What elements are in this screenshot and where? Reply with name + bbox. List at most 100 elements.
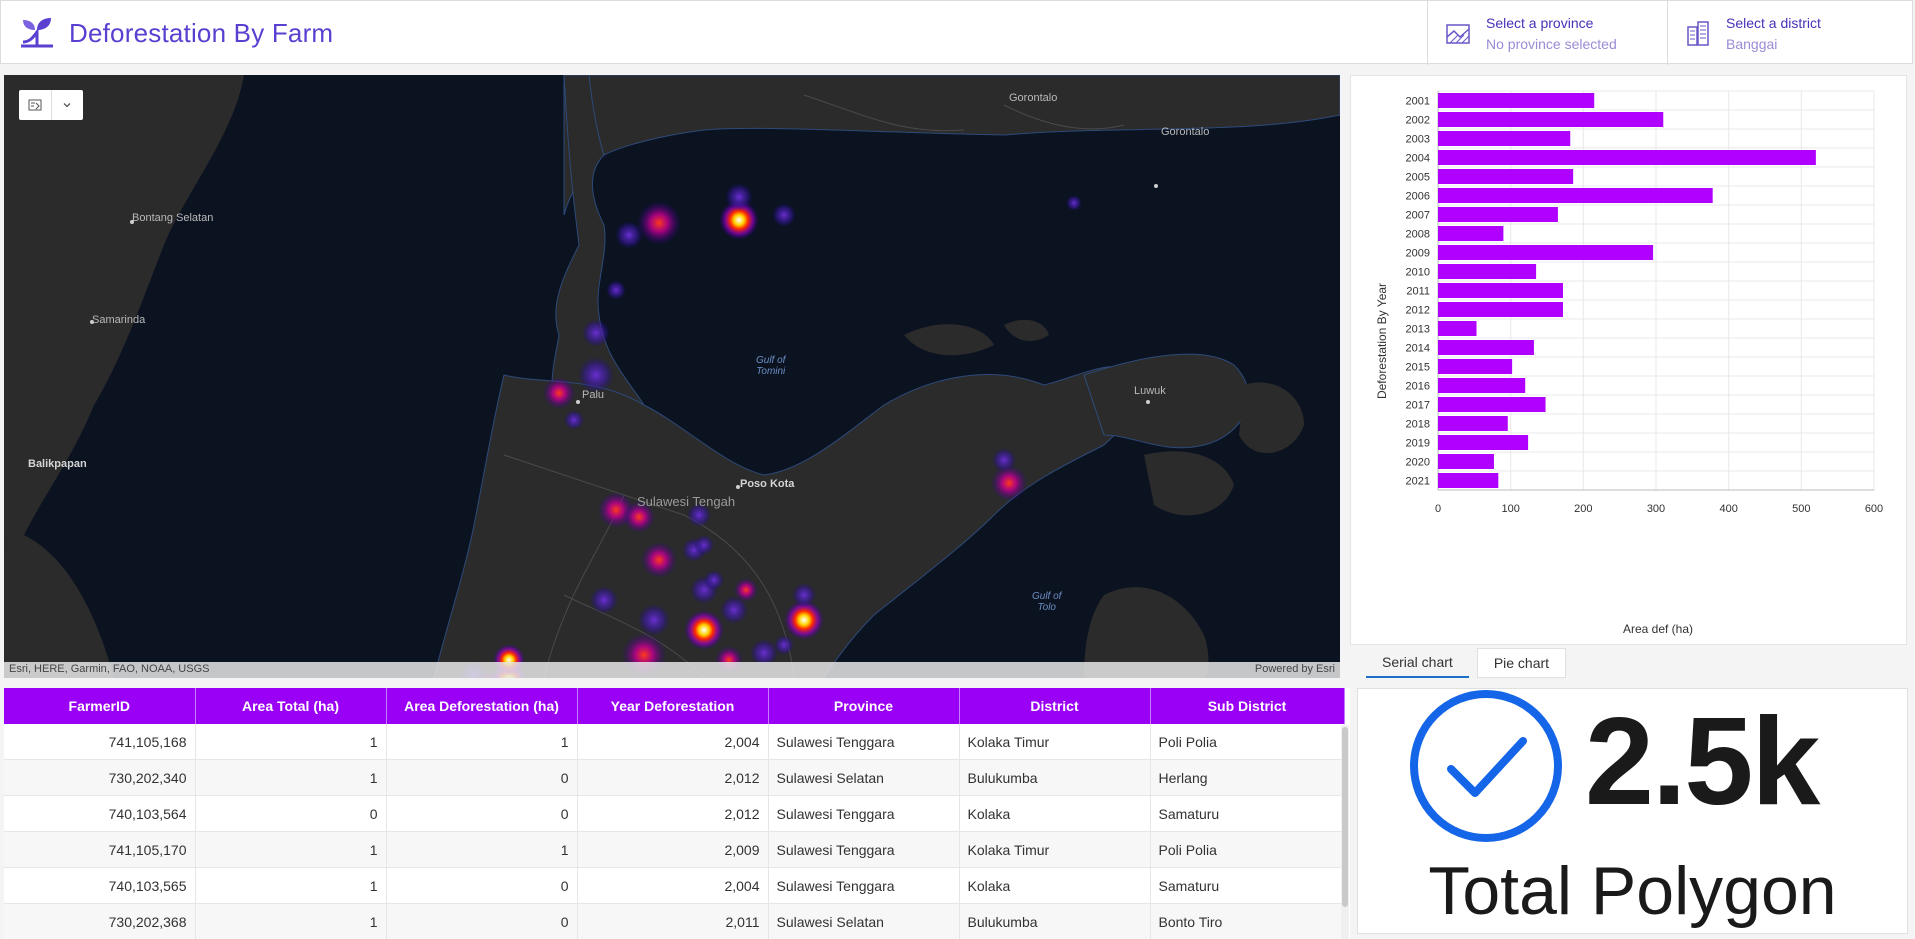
district-selector-value: Banggai	[1726, 36, 1778, 52]
map-label-balikpapan: Balikpapan	[28, 458, 87, 470]
sprout-logo-icon	[21, 18, 53, 48]
bar-2021[interactable]	[1438, 473, 1499, 488]
cell-year: 2,004	[577, 867, 769, 904]
chart-tabs: Serial chart Pie chart	[1366, 648, 1574, 678]
cell-area-total: 1	[195, 724, 387, 760]
bar-2013[interactable]	[1438, 321, 1477, 336]
cell-year: 2,012	[577, 795, 769, 832]
column-header-district[interactable]: District	[959, 688, 1151, 724]
bar-2005[interactable]	[1438, 169, 1574, 184]
province-selector[interactable]: Select a province No province selected	[1427, 1, 1665, 65]
map-label-gulf-tolo: Gulf of Tolo	[1032, 591, 1061, 613]
table-row[interactable]: 730,202,340 1 0 2,012 Sulawesi Selatan B…	[4, 759, 1345, 796]
map-label-bontang: Bontang Selatan	[132, 212, 214, 224]
bar-2014[interactable]	[1438, 340, 1534, 355]
tab-serial-chart[interactable]: Serial chart	[1366, 648, 1469, 678]
y-tick-label: 2017	[1406, 400, 1430, 412]
column-header-area-deforestation[interactable]: Area Deforestation (ha)	[386, 688, 578, 724]
cell-area-deforestation: 1	[386, 724, 578, 760]
bar-2015[interactable]	[1438, 359, 1513, 374]
bar-2003[interactable]	[1438, 131, 1571, 146]
deforestation-chart: 0 100 200 300 400 500 600 2001 2002 2003 2004 2005 2…	[1350, 75, 1907, 645]
column-header-sub-district[interactable]: Sub District	[1150, 688, 1345, 724]
cell-year: 2,011	[577, 903, 769, 939]
cell-area-total: 1	[195, 867, 387, 904]
map-label-gorontalo-city: Gorontalo	[1161, 126, 1210, 138]
y-tick-label: 2001	[1406, 96, 1430, 108]
bar-2012[interactable]	[1438, 302, 1563, 317]
bar-2019[interactable]	[1438, 435, 1529, 450]
x-tick-label: 100	[1501, 503, 1519, 515]
map-label-samarinda: Samarinda	[92, 314, 146, 326]
province-selector-title: Select a province	[1486, 15, 1594, 31]
map-label-palu: Palu	[582, 389, 605, 401]
check-circle-icon	[1410, 690, 1562, 842]
map-label-gulf-tolo-line1: Gulf of	[1032, 591, 1062, 602]
cell-farmer-id: 740,103,565	[4, 867, 196, 904]
cell-year: 2,004	[577, 724, 769, 760]
cell-area-total: 1	[195, 831, 387, 868]
bar-2009[interactable]	[1438, 245, 1654, 260]
cell-district: Bulukumba	[959, 903, 1151, 939]
cell-sub-district: Herlang	[1150, 759, 1345, 796]
table-row[interactable]: 741,105,168 1 1 2,004 Sulawesi Tenggara …	[4, 724, 1345, 760]
heatmap-map[interactable]: Gorontalo Gorontalo Bontang Selatan Sama…	[4, 75, 1340, 678]
powered-by-esri[interactable]: Powered by Esri	[1255, 663, 1335, 675]
map-label-gulf-tolo-line2: Tolo	[1037, 602, 1056, 613]
cell-sub-district: Poli Polia	[1150, 831, 1345, 868]
bar-2016[interactable]	[1438, 378, 1526, 393]
cell-farmer-id: 730,202,368	[4, 903, 196, 939]
cell-area-deforestation: 0	[386, 795, 578, 832]
cell-area-total: 1	[195, 759, 387, 796]
map-label-sulawesi-tengah: Sulawesi Tengah	[637, 494, 736, 509]
table-scrollbar[interactable]	[1341, 725, 1349, 939]
cell-sub-district: Poli Polia	[1150, 724, 1345, 760]
indicator-label: Total Polygon	[1428, 853, 1837, 929]
bar-2001[interactable]	[1438, 93, 1595, 108]
cell-district: Kolaka	[959, 867, 1151, 904]
bar-2006[interactable]	[1438, 188, 1713, 203]
y-tick-label: 2013	[1406, 324, 1430, 336]
bar-2017[interactable]	[1438, 397, 1546, 412]
bar-2002[interactable]	[1438, 112, 1664, 127]
map-label-poso: Poso Kota	[740, 478, 795, 490]
x-tick-label: 0	[1435, 503, 1441, 515]
cell-area-total: 1	[195, 903, 387, 939]
column-header-province[interactable]: Province	[768, 688, 960, 724]
layer-list-icon	[28, 99, 42, 111]
table-scrollbar-thumb[interactable]	[1342, 727, 1348, 907]
table-row[interactable]: 740,103,564 0 0 2,012 Sulawesi Tenggara …	[4, 795, 1345, 832]
y-tick-label: 2007	[1406, 210, 1430, 222]
bar-2004[interactable]	[1438, 150, 1816, 165]
district-selector[interactable]: Select a district Banggai	[1667, 1, 1905, 65]
y-tick-label: 2016	[1406, 381, 1430, 393]
table-row[interactable]: 741,105,170 1 1 2,009 Sulawesi Tenggara …	[4, 831, 1345, 868]
layer-list-button[interactable]	[19, 90, 51, 120]
x-tick-label: 200	[1574, 503, 1592, 515]
cell-district: Kolaka Timur	[959, 831, 1151, 868]
bar-2007[interactable]	[1438, 207, 1558, 222]
chevron-down-icon	[63, 103, 71, 108]
map-label-gulf-tomini-line1: Gulf of	[756, 355, 786, 366]
map-attribution: Esri, HERE, Garmin, FAO, NOAA, USGS Powe…	[4, 662, 1340, 678]
attribution-sources[interactable]: Esri, HERE, Garmin, FAO, NOAA, USGS	[9, 663, 209, 675]
toolbar-dropdown-button[interactable]	[50, 90, 84, 120]
table-row[interactable]: 730,202,368 1 0 2,011 Sulawesi Selatan B…	[4, 903, 1345, 939]
table-header-row: FarmerID Area Total (ha) Area Deforestat…	[4, 688, 1345, 724]
app-header: Deforestation By Farm Select a province …	[0, 0, 1913, 65]
column-header-farmer-id[interactable]: FarmerID	[4, 688, 196, 724]
table-row[interactable]: 740,103,565 1 0 2,004 Sulawesi Tenggara …	[4, 867, 1345, 904]
x-tick-label: 500	[1792, 503, 1810, 515]
y-tick-label: 2014	[1406, 343, 1430, 355]
bar-2020[interactable]	[1438, 454, 1494, 469]
tab-pie-chart[interactable]: Pie chart	[1476, 648, 1567, 678]
y-tick-label: 2019	[1406, 438, 1430, 450]
bar-2018[interactable]	[1438, 416, 1508, 431]
bar-2010[interactable]	[1438, 264, 1537, 279]
column-header-year-deforestation[interactable]: Year Deforestation	[577, 688, 769, 724]
bar-2008[interactable]	[1438, 226, 1504, 241]
bar-2011[interactable]	[1438, 283, 1563, 298]
column-header-area-total[interactable]: Area Total (ha)	[195, 688, 387, 724]
cell-district: Kolaka Timur	[959, 724, 1151, 760]
x-tick-label: 600	[1865, 503, 1883, 515]
